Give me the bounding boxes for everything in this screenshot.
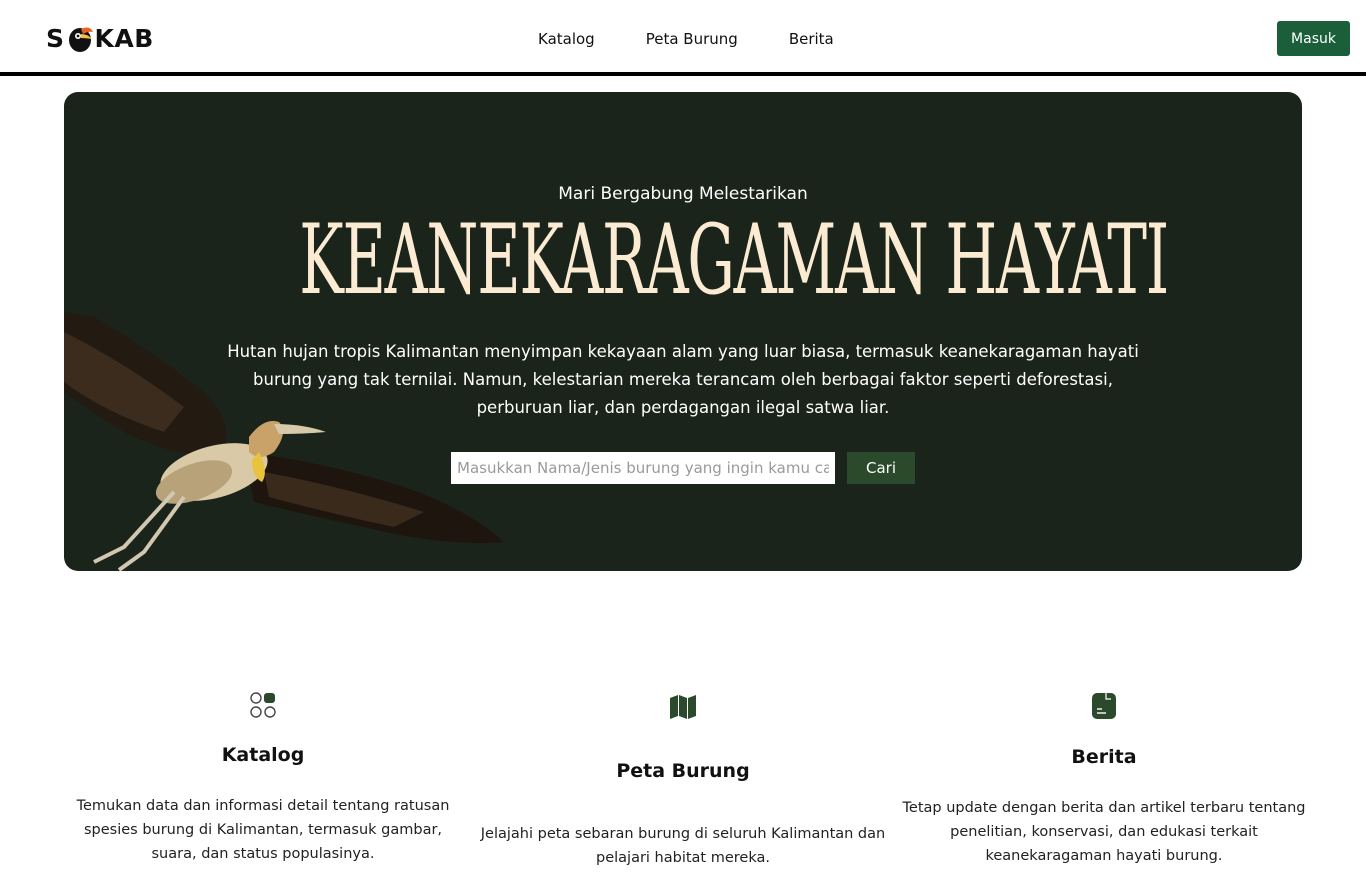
nav-link-berita[interactable]: Berita [789, 30, 834, 48]
hero-description: Hutan hujan tropis Kalimantan menyimpan … [227, 342, 1139, 417]
map-icon [670, 695, 696, 719]
catalog-grid-icon [250, 692, 276, 718]
feature-description: Tetap update dengan berita dan artikel t… [902, 800, 1306, 864]
feature-title: Berita [1071, 746, 1137, 768]
logo-text-left: S [46, 23, 65, 53]
feature-title: Katalog [221, 744, 305, 766]
feature-berita[interactable]: Berita Tetap update dengan berita dan ar… [902, 692, 1306, 868]
feature-katalog[interactable]: Katalog Temukan data dan informasi detai… [60, 690, 466, 866]
hero-subtitle: Mari Bergabung Melestarikan [558, 184, 808, 204]
site-logo[interactable]: S KAB [46, 22, 154, 54]
bird-search-input[interactable] [451, 452, 835, 484]
main-nav: Katalog Peta Burung Berita [538, 30, 834, 48]
feature-description: Jelajahi peta sebaran burung di seluruh … [480, 826, 886, 866]
feature-title: Peta Burung [616, 760, 750, 782]
news-icon [1092, 693, 1116, 719]
search-button[interactable]: Cari [847, 452, 915, 484]
logo-text-right: KAB [94, 23, 154, 53]
nav-link-katalog[interactable]: Katalog [538, 30, 595, 48]
hero-title: KEANEKARAGAMAN HAYATI [299, 204, 1169, 316]
hornbill-logo-icon [68, 27, 93, 52]
feature-peta-burung[interactable]: Peta Burung Jelajahi peta sebaran burung… [480, 694, 886, 870]
site-header: S KAB Katalog Peta Burung Berita Masuk [0, 0, 1366, 76]
login-button[interactable]: Masuk [1277, 21, 1350, 56]
hero-banner: Mari Bergabung Melestarikan KEANEKARAGAM… [64, 92, 1302, 571]
feature-description: Temukan data dan informasi detail tentan… [76, 798, 450, 862]
nav-link-peta-burung[interactable]: Peta Burung [646, 30, 738, 48]
